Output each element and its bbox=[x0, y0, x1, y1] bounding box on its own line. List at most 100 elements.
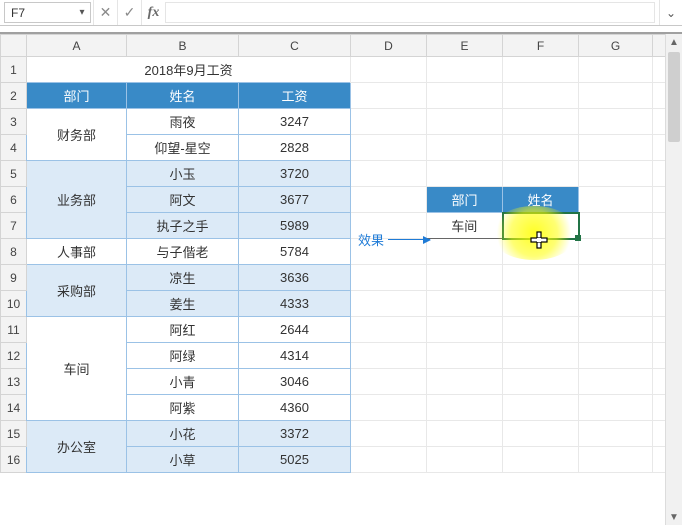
cell[interactable] bbox=[351, 447, 427, 473]
row-header[interactable]: 7 bbox=[1, 213, 27, 239]
name-box-dropdown-icon[interactable]: ▾ bbox=[74, 7, 90, 18]
row-header[interactable]: 3 bbox=[1, 109, 27, 135]
cell[interactable] bbox=[579, 265, 653, 291]
header-salary[interactable]: 工资 bbox=[239, 83, 351, 109]
cell[interactable] bbox=[579, 421, 653, 447]
cell[interactable] bbox=[579, 317, 653, 343]
lookup-dept-header[interactable]: 部门 bbox=[427, 187, 503, 213]
row-header[interactable]: 15 bbox=[1, 421, 27, 447]
cell[interactable] bbox=[427, 291, 503, 317]
dept-cell[interactable]: 办公室 bbox=[27, 421, 127, 473]
row-header[interactable]: 14 bbox=[1, 395, 27, 421]
cell[interactable] bbox=[579, 343, 653, 369]
salary-cell[interactable]: 5784 bbox=[239, 239, 351, 265]
salary-cell[interactable]: 5025 bbox=[239, 447, 351, 473]
cell[interactable] bbox=[351, 317, 427, 343]
scroll-track[interactable] bbox=[666, 50, 682, 509]
col-header-A[interactable]: A bbox=[27, 35, 127, 57]
cell[interactable] bbox=[579, 187, 653, 213]
name-cell[interactable]: 与子偕老 bbox=[127, 239, 239, 265]
name-cell[interactable]: 雨夜 bbox=[127, 109, 239, 135]
cell[interactable] bbox=[427, 343, 503, 369]
row-header[interactable]: 9 bbox=[1, 265, 27, 291]
col-header-D[interactable]: D bbox=[351, 35, 427, 57]
cell[interactable] bbox=[503, 291, 579, 317]
cell[interactable] bbox=[427, 57, 503, 83]
cell[interactable] bbox=[503, 317, 579, 343]
cell[interactable] bbox=[579, 291, 653, 317]
lookup-dept-value[interactable]: 车间 bbox=[427, 213, 503, 239]
dept-cell[interactable]: 人事部 bbox=[27, 239, 127, 265]
cell[interactable] bbox=[427, 161, 503, 187]
name-cell[interactable]: 小草 bbox=[127, 447, 239, 473]
cell[interactable] bbox=[579, 395, 653, 421]
cell[interactable] bbox=[579, 135, 653, 161]
cell[interactable] bbox=[579, 369, 653, 395]
dept-cell[interactable]: 财务部 bbox=[27, 109, 127, 161]
scroll-up-button[interactable]: ▲ bbox=[666, 34, 682, 50]
row-header[interactable]: 2 bbox=[1, 83, 27, 109]
row-header[interactable]: 11 bbox=[1, 317, 27, 343]
cell[interactable] bbox=[351, 57, 427, 83]
cell[interactable] bbox=[579, 239, 653, 265]
cell[interactable] bbox=[351, 291, 427, 317]
cell[interactable] bbox=[427, 395, 503, 421]
scroll-down-button[interactable]: ▼ bbox=[666, 509, 682, 525]
formula-input[interactable] bbox=[165, 2, 655, 23]
cancel-button[interactable]: ✕ bbox=[93, 0, 117, 25]
cell[interactable] bbox=[579, 109, 653, 135]
salary-cell[interactable]: 3720 bbox=[239, 161, 351, 187]
name-box[interactable]: F7 ▾ bbox=[4, 2, 91, 23]
row-header[interactable]: 1 bbox=[1, 57, 27, 83]
vertical-scrollbar[interactable]: ▲ ▼ bbox=[665, 34, 682, 525]
cell[interactable] bbox=[351, 395, 427, 421]
cell[interactable] bbox=[503, 265, 579, 291]
col-header-F[interactable]: F bbox=[503, 35, 579, 57]
cell[interactable] bbox=[427, 369, 503, 395]
cell[interactable] bbox=[427, 83, 503, 109]
name-cell[interactable]: 阿绿 bbox=[127, 343, 239, 369]
cell[interactable] bbox=[503, 161, 579, 187]
cell[interactable] bbox=[351, 421, 427, 447]
row-header[interactable]: 12 bbox=[1, 343, 27, 369]
cell[interactable] bbox=[503, 395, 579, 421]
select-all-corner[interactable] bbox=[1, 35, 27, 57]
cell[interactable] bbox=[351, 109, 427, 135]
cell[interactable] bbox=[503, 83, 579, 109]
cell[interactable] bbox=[351, 187, 427, 213]
dept-cell[interactable]: 采购部 bbox=[27, 265, 127, 317]
row-header[interactable]: 6 bbox=[1, 187, 27, 213]
row-header[interactable]: 10 bbox=[1, 291, 27, 317]
cell[interactable] bbox=[579, 161, 653, 187]
row-header[interactable]: 13 bbox=[1, 369, 27, 395]
name-cell[interactable]: 小玉 bbox=[127, 161, 239, 187]
col-header-B[interactable]: B bbox=[127, 35, 239, 57]
cell[interactable] bbox=[503, 343, 579, 369]
cell[interactable] bbox=[427, 317, 503, 343]
salary-cell[interactable]: 3247 bbox=[239, 109, 351, 135]
name-cell[interactable]: 凉生 bbox=[127, 265, 239, 291]
grid[interactable]: A B C D E F G 12018年9月工资2部门姓名工资3财务部雨夜324… bbox=[0, 34, 682, 473]
title-cell[interactable]: 2018年9月工资 bbox=[27, 57, 351, 83]
salary-cell[interactable]: 3636 bbox=[239, 265, 351, 291]
cell[interactable] bbox=[579, 83, 653, 109]
salary-cell[interactable]: 3677 bbox=[239, 187, 351, 213]
name-cell[interactable]: 仰望-星空 bbox=[127, 135, 239, 161]
cell[interactable] bbox=[579, 57, 653, 83]
salary-cell[interactable]: 4314 bbox=[239, 343, 351, 369]
name-cell[interactable]: 阿紫 bbox=[127, 395, 239, 421]
cell[interactable] bbox=[427, 265, 503, 291]
cell[interactable] bbox=[351, 83, 427, 109]
salary-cell[interactable]: 3046 bbox=[239, 369, 351, 395]
cell[interactable] bbox=[351, 369, 427, 395]
cell[interactable] bbox=[503, 421, 579, 447]
cell[interactable] bbox=[351, 161, 427, 187]
dept-cell[interactable]: 业务部 bbox=[27, 161, 127, 239]
salary-cell[interactable]: 3372 bbox=[239, 421, 351, 447]
cell[interactable] bbox=[503, 369, 579, 395]
dept-cell[interactable]: 车间 bbox=[27, 317, 127, 421]
cell[interactable] bbox=[427, 109, 503, 135]
name-cell[interactable]: 阿文 bbox=[127, 187, 239, 213]
salary-cell[interactable]: 5989 bbox=[239, 213, 351, 239]
name-cell[interactable]: 小青 bbox=[127, 369, 239, 395]
